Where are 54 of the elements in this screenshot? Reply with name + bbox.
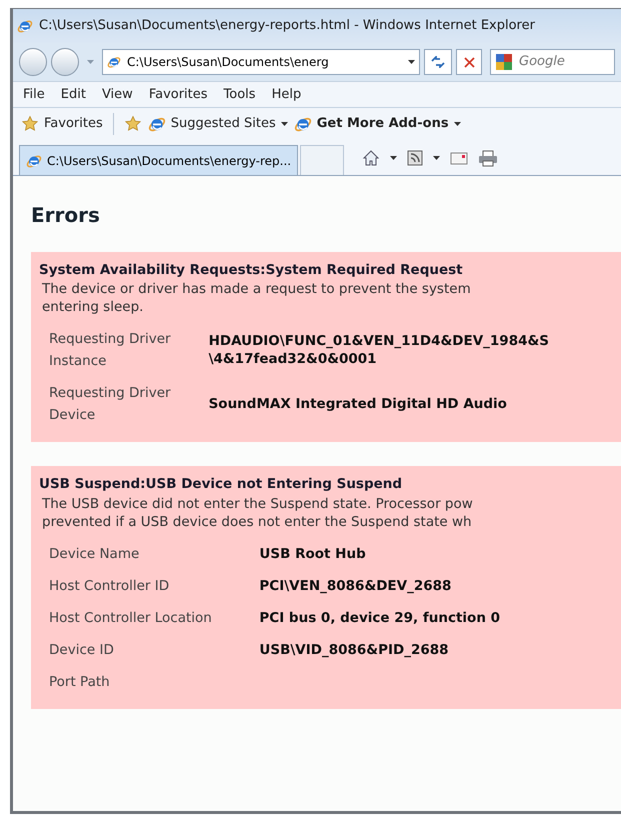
field-value: PCI\VEN_8086&DEV_2688 <box>259 576 452 594</box>
error-description: The USB device did not enter the Suspend state. Processor pow prevented if a USB device does not enter the Suspend state wh <box>42 494 474 530</box>
favorites-bar-item[interactable]: Favorites <box>21 114 103 134</box>
browser-logo-icon <box>26 152 42 168</box>
field-label: Requesting Driver Device <box>49 384 172 426</box>
caret-icon <box>433 156 440 160</box>
field-value: PCI bus 0, device 29, function 0 <box>259 608 502 626</box>
field-label: Host Controller ID <box>49 576 170 596</box>
caret-icon <box>408 60 415 64</box>
refresh-icon <box>431 56 445 68</box>
caret-icon <box>280 122 288 126</box>
browser-logo-icon <box>17 18 33 34</box>
field-value: HDAUDIO\FUNC_01&VEN_11D4&DEV_1984&S \4&17fead32&0&0001 <box>208 332 549 368</box>
browser-tab[interactable]: C:\Users\Susan\Documents\energy-rep... <box>19 145 298 175</box>
search-input[interactable]: Google <box>519 52 589 72</box>
menu-item[interactable]: Tools <box>224 84 256 104</box>
address-text: C:\Users\Susan\Documents\energ <box>127 54 330 71</box>
add-favorite-icon <box>124 114 142 132</box>
favorites-bar-item[interactable]: Get More Add-ons <box>294 114 461 134</box>
menu-item[interactable]: View <box>102 84 133 104</box>
caret-icon <box>390 156 398 160</box>
error-title: USB Suspend:USB Device not Entering Suspend <box>39 475 404 494</box>
search-provider-icon <box>495 53 513 71</box>
field-value: USB\VID_8086&PID_2688 <box>259 640 450 658</box>
field-label: Port Path <box>49 672 111 692</box>
favorites-star-icon <box>21 114 39 132</box>
menu-item[interactable]: Favorites <box>148 84 208 104</box>
window-title: C:\Users\Susan\Documents\energy-reports.html - Windows Internet Explorer <box>39 17 535 36</box>
back-button[interactable] <box>19 48 47 76</box>
feed-icon[interactable] <box>407 150 424 166</box>
menu-item[interactable]: File <box>23 84 45 104</box>
stop-button[interactable] <box>456 49 482 75</box>
printer-icon[interactable] <box>478 150 498 166</box>
error-title: System Availability Requests:System Required Request <box>39 261 464 280</box>
field-label: Device Name <box>49 544 140 564</box>
field-label: Host Controller Location <box>49 608 213 628</box>
menu-item[interactable]: Help <box>272 84 302 104</box>
menu-item[interactable]: Edit <box>60 84 86 104</box>
page-icon <box>107 55 121 69</box>
field-value: USB Root Hub <box>259 544 367 562</box>
home-icon[interactable] <box>362 149 380 167</box>
refresh-button[interactable] <box>424 49 452 75</box>
field-label: Requesting Driver Instance <box>49 330 172 372</box>
forward-button[interactable] <box>51 48 79 76</box>
mail-icon[interactable] <box>450 152 468 164</box>
address-field[interactable]: C:\Users\Susan\Documents\energ <box>102 49 420 75</box>
field-label: Device ID <box>49 640 115 660</box>
caret-icon <box>454 122 461 126</box>
page-heading: Errors <box>31 202 101 229</box>
favorites-bar-item[interactable]: Suggested Sites <box>148 114 288 134</box>
field-value: SoundMAX Integrated Digital HD Audio <box>208 395 508 414</box>
error-description: The device or driver has made a request to prevent the system entering sleep. <box>42 280 472 316</box>
close-icon <box>464 56 474 68</box>
search-field[interactable]: Google <box>490 49 615 75</box>
